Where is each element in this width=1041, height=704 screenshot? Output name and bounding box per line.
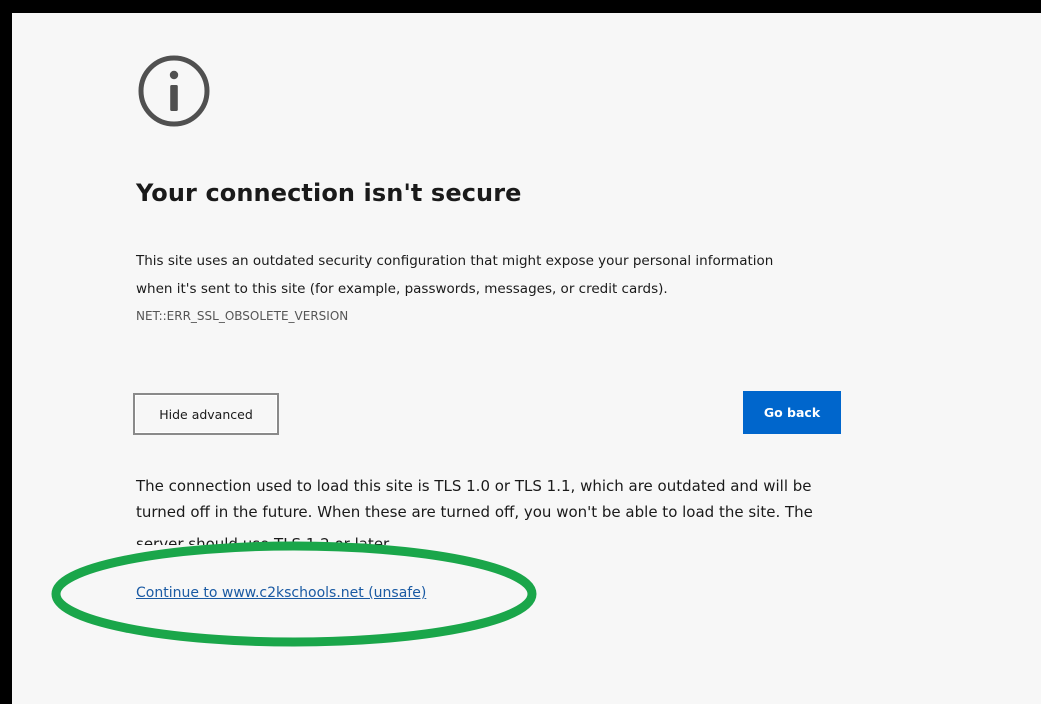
go-back-button[interactable]: Go back xyxy=(743,391,841,434)
description-line: when it's sent to this site (for example… xyxy=(136,281,668,297)
continue-unsafe-link[interactable]: Continue to www.c2kschools.net (unsafe) xyxy=(136,585,426,601)
details-line: The connection used to load this site is… xyxy=(136,477,812,495)
details-line-obscured: server should use TLS 1.2 or later. xyxy=(136,535,393,545)
error-page: Your connection isn't secure This site u… xyxy=(12,13,1041,704)
info-circle-icon xyxy=(138,55,210,127)
error-description: This site uses an outdated security conf… xyxy=(136,247,856,303)
error-code: NET::ERR_SSL_OBSOLETE_VERSION xyxy=(136,309,349,323)
description-line: This site uses an outdated security conf… xyxy=(136,253,774,269)
advanced-details: The connection used to load this site is… xyxy=(136,473,856,525)
details-line: turned off in the future. When these are… xyxy=(136,503,813,521)
hide-advanced-button[interactable]: Hide advanced xyxy=(133,393,279,435)
page-title: Your connection isn't secure xyxy=(136,179,522,207)
